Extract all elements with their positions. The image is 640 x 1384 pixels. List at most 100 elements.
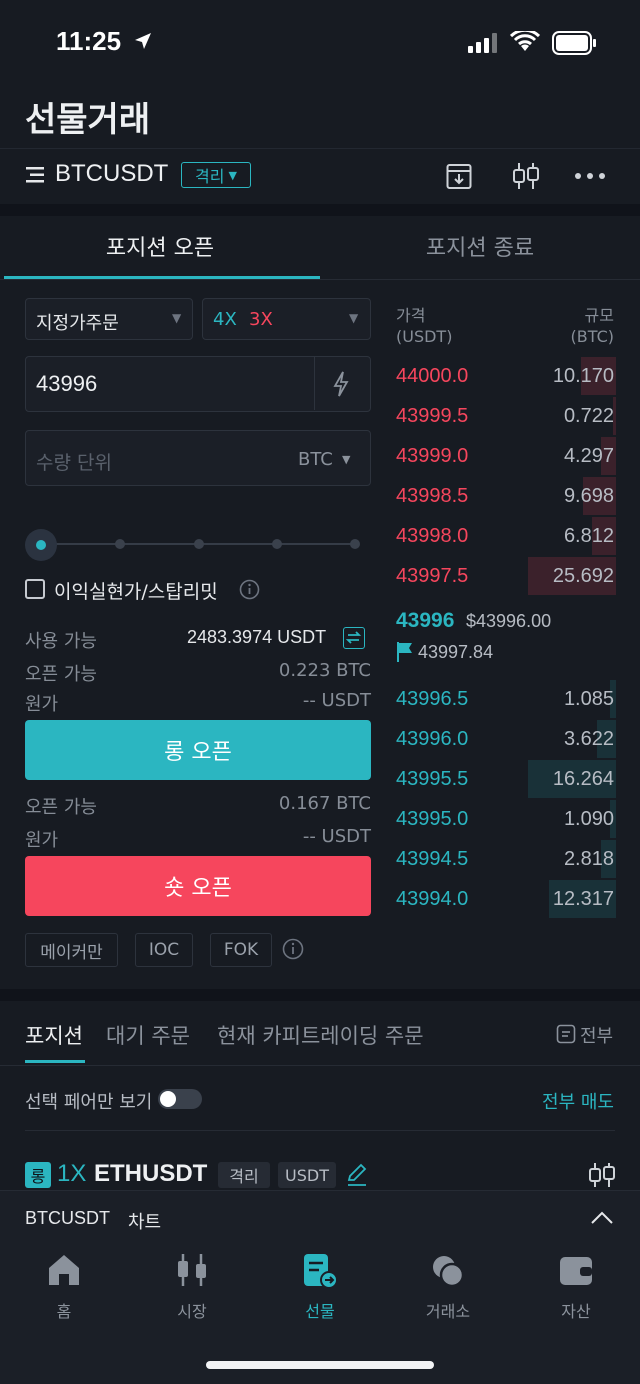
quantity-input[interactable]: 수량 단위 BTC ▼ — [25, 430, 371, 486]
chart-bar[interactable]: BTCUSDT 차트 — [0, 1190, 640, 1246]
leverage-long: 4X — [213, 309, 237, 330]
market-candles-icon — [178, 1254, 206, 1286]
close-all-button[interactable]: 전부 매도 — [542, 1088, 614, 1114]
ob-price-header: 가격 — [396, 306, 426, 325]
leverage-select[interactable]: 4X 3X ▼ — [202, 298, 371, 340]
slider-step-25[interactable] — [115, 539, 125, 549]
nav-futures[interactable]: 선물 — [256, 1252, 384, 1322]
long-open-button[interactable]: 롱 오픈 — [25, 720, 371, 780]
wifi-icon — [510, 31, 540, 51]
info-icon[interactable] — [239, 579, 260, 600]
post-only-chip[interactable]: 메이커만 — [25, 933, 118, 967]
short-open-button[interactable]: 숏 오픈 — [25, 856, 371, 916]
chevron-up-icon[interactable] — [590, 1211, 614, 1225]
active-tab-indicator — [25, 1060, 85, 1063]
nav-home-label: 홈 — [56, 1302, 72, 1321]
symbol-selector[interactable]: BTCUSDT — [55, 160, 168, 188]
section-divider — [0, 204, 640, 216]
order-type-select[interactable]: 지정가주문 ▼ — [25, 298, 193, 340]
candlestick-icon[interactable] — [588, 1161, 616, 1189]
clock: 11:25 — [56, 26, 122, 56]
home-icon — [49, 1255, 79, 1285]
chart-bar-symbol: BTCUSDT — [25, 1208, 110, 1228]
available-label: 사용 가능 — [25, 631, 97, 652]
position-symbol[interactable]: ETHUSDT — [94, 1160, 207, 1188]
ask-row[interactable]: 43999.0 4.297 — [396, 437, 616, 475]
ask-row[interactable]: 43998.0 6.812 — [396, 517, 616, 555]
slider-step-50[interactable] — [194, 539, 204, 549]
bid-size: 1.085 — [563, 688, 614, 710]
info-icon[interactable] — [282, 938, 304, 960]
ask-row[interactable]: 43998.5 9.698 — [396, 477, 616, 515]
nav-home[interactable]: 홈 — [0, 1252, 128, 1322]
bid-row[interactable]: 43995.0 1.090 — [396, 800, 616, 838]
ask-row[interactable]: 43997.5 25.692 — [396, 557, 616, 595]
ask-price: 44000.0 — [396, 365, 469, 387]
all-filter-label[interactable]: 전부 — [580, 1022, 613, 1048]
available-value: 2483.3974 USDT — [187, 627, 327, 647]
nav-exchange-label: 거래소 — [425, 1302, 471, 1321]
ioc-chip[interactable]: IOC — [135, 933, 193, 967]
caret-down-icon: ▼ — [172, 311, 182, 325]
calendar-download-icon[interactable] — [446, 162, 472, 190]
ask-row[interactable]: 44000.0 10.170 — [396, 357, 616, 395]
price-input[interactable]: 43996 — [25, 356, 371, 412]
bid-row[interactable]: 43994.0 12.317 — [396, 880, 616, 918]
bid-row[interactable]: 43994.5 2.818 — [396, 840, 616, 878]
quantity-placeholder: 수량 단위 — [36, 452, 112, 474]
bid-size: 16.264 — [552, 768, 614, 790]
short-open-able-label: 오픈 가능 — [25, 797, 97, 818]
flag-icon — [397, 642, 412, 662]
candlestick-icon[interactable] — [511, 161, 541, 191]
ob-size-header: 규모 — [584, 306, 614, 325]
tpsl-checkbox[interactable] — [25, 579, 45, 599]
tab-divider — [0, 279, 640, 280]
menu-icon[interactable] — [26, 166, 46, 184]
bid-row[interactable]: 43996.0 3.622 — [396, 720, 616, 758]
quantity-unit[interactable]: BTC — [298, 449, 333, 470]
toggle-knob — [160, 1091, 176, 1107]
mark-price: 43997.84 — [418, 642, 494, 662]
fok-chip[interactable]: FOK — [210, 933, 272, 967]
signal-icon — [468, 33, 497, 53]
ask-size: 10.170 — [552, 365, 614, 387]
slider-step-100[interactable] — [350, 539, 360, 549]
tab-positions[interactable]: 포지션 — [25, 1020, 83, 1050]
tab-copytrading-orders[interactable]: 현재 카피트레이딩 주문 — [217, 1020, 424, 1050]
ask-row[interactable]: 43999.5 0.722 — [396, 397, 616, 435]
tab-pending-orders[interactable]: 대기 주문 — [106, 1020, 190, 1050]
tab-open-position[interactable]: 포지션 오픈 — [0, 230, 320, 262]
long-cost-label: 원가 — [25, 694, 59, 715]
nav-assets[interactable]: 자산 — [512, 1252, 640, 1322]
long-open-able-label: 오픈 가능 — [25, 664, 97, 685]
last-price: 43996 — [396, 609, 455, 632]
transfer-button[interactable] — [343, 627, 365, 649]
bid-price: 43995.5 — [396, 768, 469, 790]
long-cost-value: -- USDT — [302, 690, 371, 711]
more-icon[interactable] — [574, 172, 606, 180]
battery-icon — [552, 31, 596, 55]
tab-close-position[interactable]: 포지션 종료 — [320, 230, 640, 262]
wallet-icon — [560, 1257, 592, 1285]
ask-size: 25.692 — [552, 565, 614, 587]
bid-row[interactable]: 43995.5 16.264 — [396, 760, 616, 798]
bid-size: 1.090 — [563, 808, 614, 830]
margin-mode-label: 격리 — [195, 167, 225, 186]
ask-price: 43998.0 — [396, 525, 469, 547]
ask-size: 4.297 — [563, 445, 614, 467]
short-cost-value: -- USDT — [302, 826, 371, 847]
nav-market[interactable]: 시장 — [128, 1252, 256, 1322]
list-icon[interactable] — [556, 1024, 576, 1044]
page-title: 선물거래 — [25, 100, 151, 140]
margin-mode-dropdown[interactable]: 격리 ▼ — [181, 162, 251, 188]
last-price-usd: $43996.00 — [466, 611, 552, 631]
selected-pair-toggle[interactable] — [158, 1089, 202, 1109]
edit-icon[interactable] — [346, 1163, 368, 1187]
lightning-icon[interactable] — [332, 371, 350, 397]
bid-row[interactable]: 43996.5 1.085 — [396, 680, 616, 718]
home-indicator — [206, 1361, 434, 1369]
slider-step-75[interactable] — [272, 539, 282, 549]
bid-price: 43994.5 — [396, 848, 469, 870]
nav-exchange[interactable]: 거래소 — [384, 1252, 512, 1322]
bid-price: 43996.0 — [396, 728, 469, 750]
